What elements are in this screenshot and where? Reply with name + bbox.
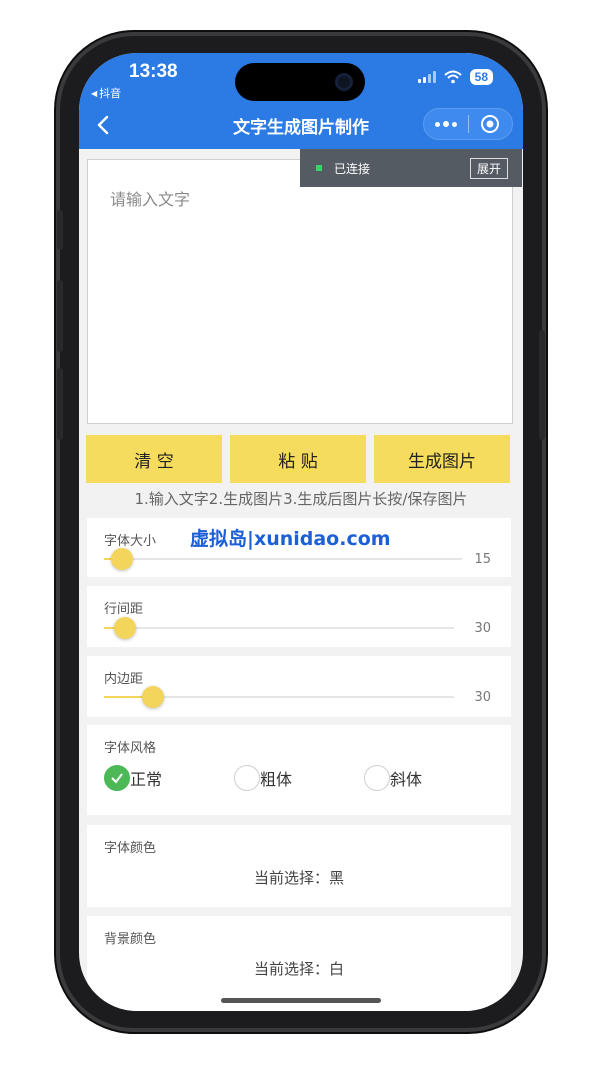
- generate-image-button[interactable]: 生成图片: [374, 435, 510, 483]
- font-color-card[interactable]: 字体颜色 当前选择：黑: [87, 825, 511, 907]
- back-triangle-icon: ◀: [91, 88, 98, 98]
- style-option-label: 正常: [130, 770, 163, 789]
- radio-circle-icon: [234, 765, 260, 791]
- camera-icon: [335, 73, 353, 91]
- line-spacing-label: 行间距: [104, 602, 144, 617]
- font-style-label: 字体风格: [104, 741, 157, 756]
- radio-circle-icon: [364, 765, 390, 791]
- more-options-icon[interactable]: [424, 109, 468, 139]
- paste-button[interactable]: 粘 贴: [230, 435, 366, 483]
- signal-icon: [417, 71, 436, 83]
- font-size-slider-handle[interactable]: [110, 548, 133, 570]
- font-color-label: 字体颜色: [104, 841, 157, 856]
- volume-up-button: [57, 280, 63, 352]
- font-size-label: 字体大小: [104, 534, 157, 549]
- line-spacing-slider-track[interactable]: [104, 627, 454, 629]
- checkmark-icon: [104, 765, 130, 791]
- home-indicator: [221, 998, 381, 1003]
- style-option-bold[interactable]: 粗体: [234, 765, 364, 791]
- mini-program-capsule: [423, 108, 513, 140]
- power-button: [539, 330, 545, 440]
- style-option-normal[interactable]: 正常: [104, 765, 234, 791]
- back-app-label: 抖音: [99, 87, 122, 100]
- line-spacing-value: 30: [474, 621, 491, 636]
- padding-label: 内边距: [104, 672, 144, 687]
- text-input-placeholder: 请输入文字: [110, 190, 191, 209]
- volume-down-button: [57, 368, 63, 440]
- instructions-text: 1.输入文字2.生成图片3.生成后图片长按/保存图片: [134, 490, 468, 508]
- dynamic-island: [235, 63, 365, 101]
- text-input-area[interactable]: 请输入文字: [87, 159, 513, 424]
- action-buttons: 清 空 粘 贴 生成图片: [86, 435, 510, 483]
- style-option-label: 斜体: [390, 770, 423, 789]
- connection-banner: 已连接 展开: [300, 149, 522, 187]
- status-icons: 58: [417, 69, 493, 85]
- padding-value: 30: [474, 690, 491, 705]
- background-color-card[interactable]: 背景颜色 当前选择：白: [87, 916, 511, 1011]
- connection-status: 已连接: [334, 161, 371, 176]
- clear-button[interactable]: 清 空: [86, 435, 222, 483]
- connected-indicator-icon: [316, 165, 322, 171]
- font-size-value: 15: [474, 552, 491, 567]
- watermark-text: 虚拟岛|xunidao.com: [190, 528, 391, 550]
- mute-switch: [57, 210, 63, 250]
- close-program-icon[interactable]: [468, 109, 512, 139]
- battery-icon: 58: [469, 69, 493, 85]
- font-style-options: 正常 粗体 斜体: [104, 765, 494, 791]
- padding-card: 内边距 30: [87, 656, 511, 717]
- font-size-slider-track[interactable]: [104, 558, 462, 560]
- style-option-label: 粗体: [260, 770, 293, 789]
- line-spacing-slider-handle[interactable]: [114, 617, 136, 639]
- padding-slider-handle[interactable]: [142, 686, 164, 708]
- back-to-app-link[interactable]: ◀ 抖音: [91, 85, 121, 101]
- expand-button[interactable]: 展开: [469, 157, 508, 179]
- font-color-current: 当前选择：黑: [253, 869, 344, 887]
- wifi-icon: [443, 70, 462, 84]
- status-time: 13:38: [129, 61, 178, 82]
- background-color-label: 背景颜色: [104, 932, 157, 947]
- line-spacing-card: 行间距 30: [87, 586, 511, 647]
- style-option-italic[interactable]: 斜体: [364, 765, 494, 791]
- background-color-current: 当前选择：白: [253, 960, 344, 978]
- font-style-card: 字体风格 正常 粗体 斜体: [87, 725, 511, 815]
